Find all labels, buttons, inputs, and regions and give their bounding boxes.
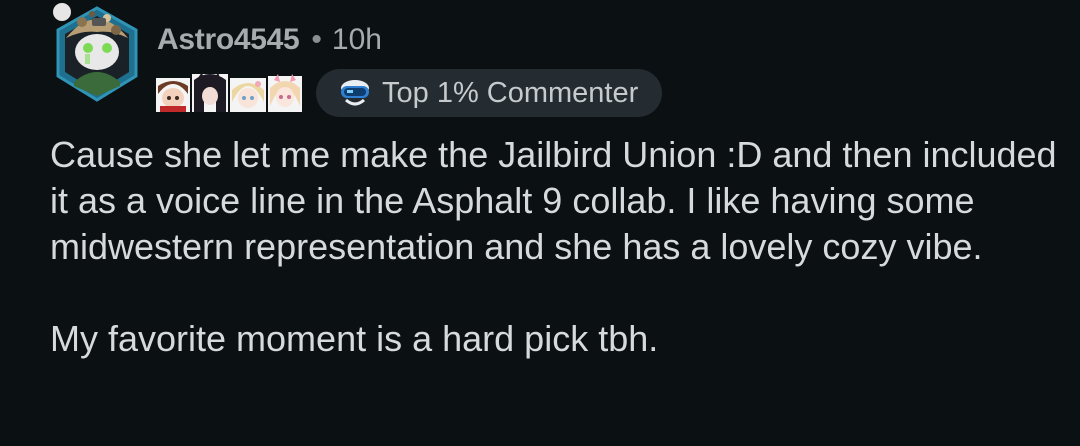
flair-avatar-3-icon <box>230 78 266 112</box>
flair-row: Top 1% Commenter <box>154 68 663 118</box>
comment-paragraph-1: Cause she let me make the Jailbird Union… <box>50 134 1057 267</box>
timestamp[interactable]: 10h <box>332 23 382 57</box>
flair-avatar-1-icon <box>156 78 190 112</box>
top-commenter-badge-icon <box>338 78 372 108</box>
meta-separator: • <box>311 23 322 56</box>
flair-avatar-2-icon <box>192 72 228 112</box>
comment: Astro4545 • 10h Top 1% Commenter Cause s… <box>0 0 1080 446</box>
flair-avatar-strip-icon <box>156 72 302 112</box>
flair-avatars <box>154 72 304 114</box>
comment-body: Cause she let me make the Jailbird Union… <box>50 132 1060 362</box>
achievement-badge[interactable]: Top 1% Commenter <box>316 69 663 117</box>
username-link[interactable]: Astro4545 <box>157 23 300 57</box>
comment-paragraph-2: My favorite moment is a hard pick tbh. <box>50 318 659 359</box>
badge-label: Top 1% Commenter <box>382 76 639 109</box>
comment-header: Astro4545 • 10h <box>157 20 382 60</box>
flair-avatar-4-icon <box>268 74 302 112</box>
user-avatar-icon[interactable] <box>52 0 142 108</box>
